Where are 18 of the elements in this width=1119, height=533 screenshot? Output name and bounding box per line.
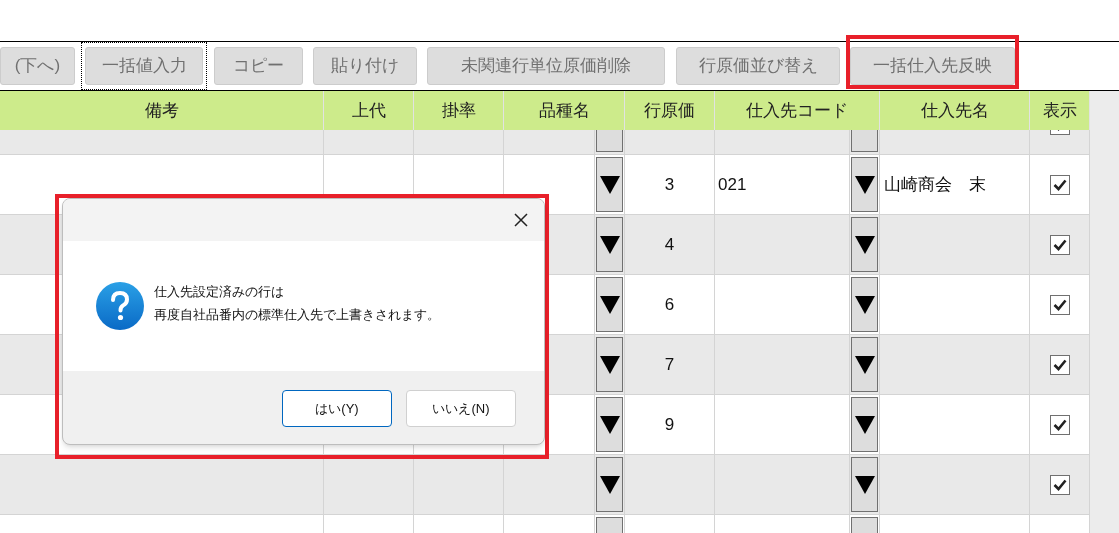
table-cell-text: 9 <box>664 413 675 436</box>
table-cell-text: 3 <box>664 173 675 196</box>
toolbar-button[interactable]: 一括仕入先反映 <box>850 46 1015 85</box>
toolbar-button[interactable]: コピー <box>214 47 303 85</box>
table-cell-text: 021 <box>718 173 747 196</box>
toolbar-button[interactable]: 貼り付け <box>313 47 417 85</box>
dialog-button[interactable]: いいえ(N) <box>406 390 516 427</box>
message-text: 仕入先設定済みの行は <box>154 283 285 301</box>
toolbar-button[interactable]: 未関連行単位原価削除 <box>427 47 665 85</box>
table-cell-text: 山崎商会 末 <box>884 173 986 196</box>
toolbar-button[interactable]: 行原価並び替え <box>676 47 840 85</box>
table-cell-text: 7 <box>664 353 675 376</box>
message-text: 再度自社品番内の標準仕入先で上書きされます。 <box>154 305 440 324</box>
toolbar-button[interactable]: 一括値入力 <box>85 47 203 85</box>
dialog-button[interactable]: はい(Y) <box>282 390 392 427</box>
toolbar-button[interactable]: (下へ) <box>0 47 75 85</box>
table-cell-text: 6 <box>664 293 675 316</box>
table-cell-text: 4 <box>664 233 675 256</box>
